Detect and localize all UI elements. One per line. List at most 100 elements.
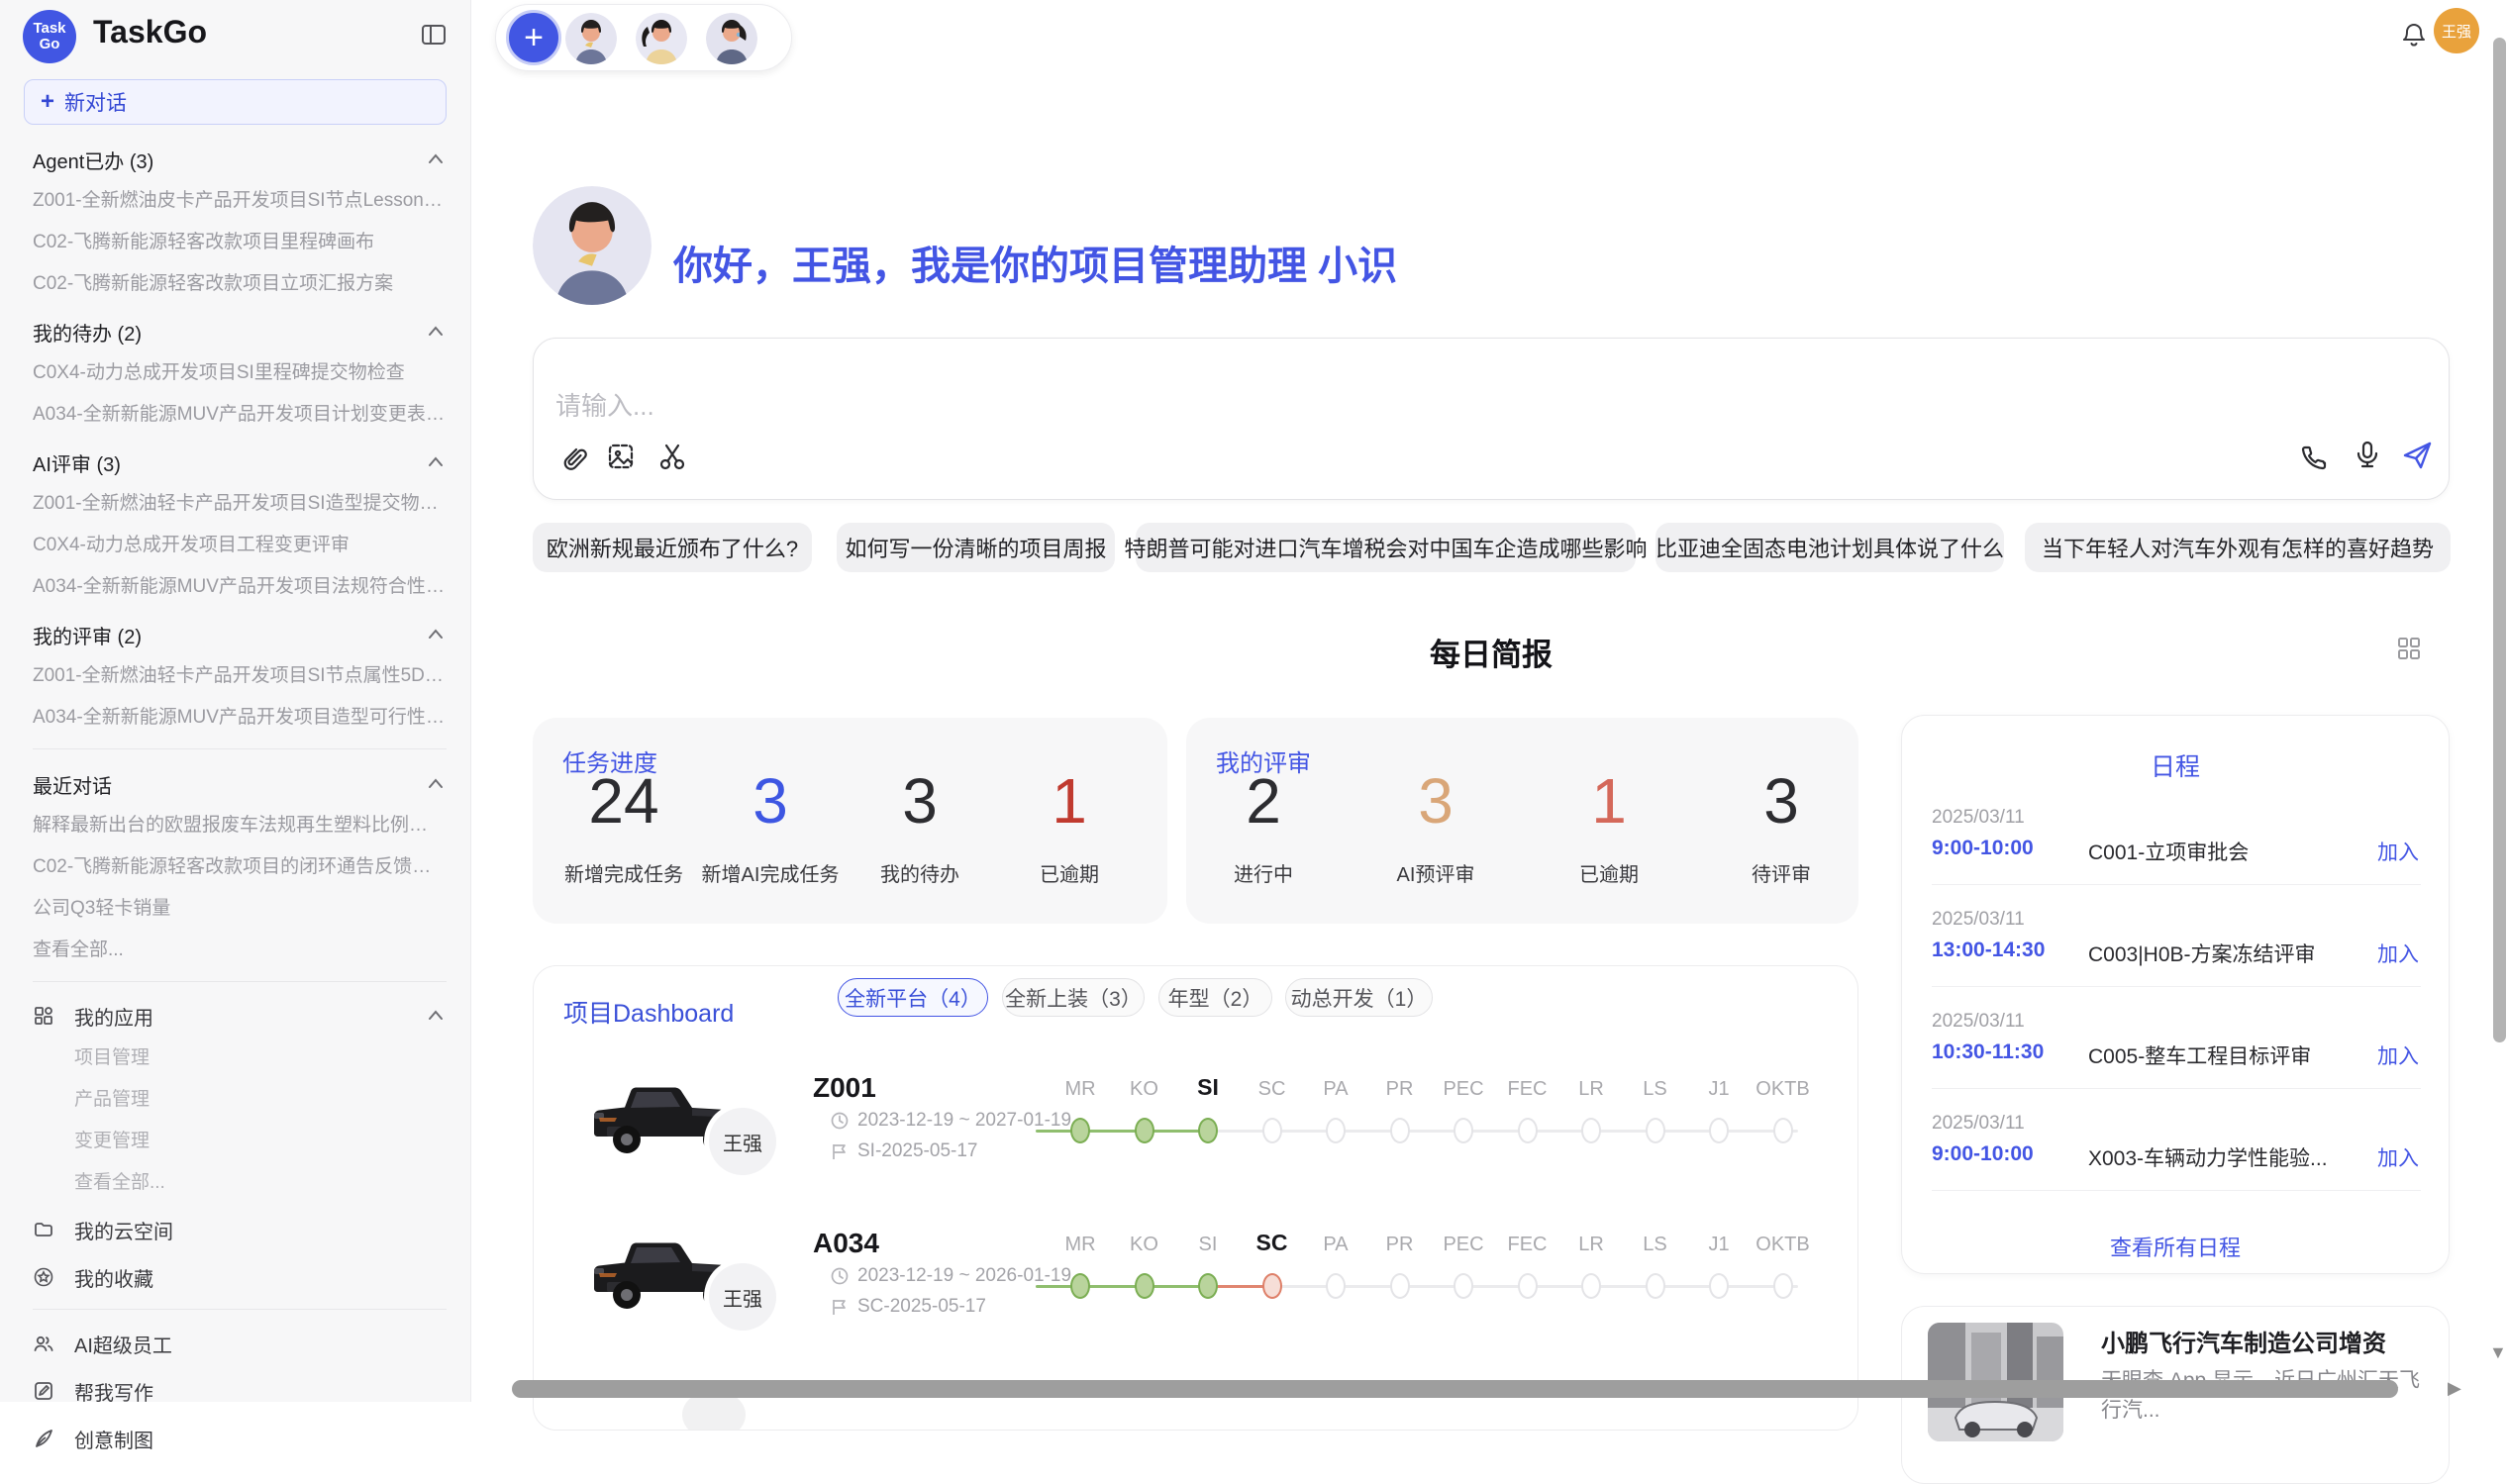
section-title: 我的评审 (2) — [33, 621, 142, 649]
section-header[interactable]: AI评审 (3) — [33, 449, 447, 475]
filter-pill[interactable]: 动总开发（1） — [1285, 978, 1433, 1017]
sidebar-item[interactable]: Z001-全新燃油轻卡产品开发项目SI节点属性5D文件评审 — [33, 663, 447, 689]
sidebar: Task Go TaskGo + 新对话 Agent已办 (3)Z001-全新燃… — [0, 0, 471, 1402]
filter-pill[interactable]: 全新上装（3） — [1002, 978, 1145, 1017]
user-avatar[interactable]: 王强 — [2434, 8, 2479, 53]
milestone-label: FEC — [1508, 1078, 1548, 1101]
suggestion-chip[interactable]: 如何写一份清晰的项目周报 — [837, 523, 1115, 572]
schedule-event: 2025/03/1113:00-14:30C003|H0B-方案冻结评审加入 — [1902, 909, 2449, 1011]
milestone-dot — [1198, 1118, 1218, 1143]
new-chat-button[interactable]: + 新对话 — [24, 79, 447, 125]
suggestion-chip[interactable]: 当下年轻人对汽车外观有怎样的喜好趋势 — [2025, 523, 2451, 572]
sidebar-item-star-badge[interactable]: 我的收藏 — [33, 1263, 447, 1291]
milestone-label: KO — [1130, 1078, 1158, 1101]
view-all-chats-link[interactable]: 查看全部... — [33, 938, 447, 963]
filter-pill[interactable]: 全新平台（4） — [838, 978, 988, 1017]
view-all-apps-link[interactable]: 查看全部... — [33, 1170, 447, 1196]
agent-avatar-3[interactable] — [706, 13, 757, 64]
microphone-icon[interactable] — [2352, 439, 2383, 470]
view-all-schedule-link[interactable]: 查看所有日程 — [1902, 1231, 2449, 1262]
screenshot-icon[interactable] — [605, 441, 637, 472]
app-item[interactable]: 项目管理 — [33, 1045, 447, 1071]
sidebar-item[interactable]: Z001-全新燃油皮卡产品开发项目SI节点Lesson Learn报告 — [33, 188, 447, 214]
clock-icon — [830, 1266, 850, 1286]
app-title: TaskGo — [93, 14, 207, 50]
pen-icon — [33, 1428, 54, 1449]
sidebar-item-label: AI超级员工 — [74, 1330, 172, 1358]
event-time: 13:00-14:30 — [1932, 939, 2045, 962]
sidebar-item[interactable]: A034-全新新能源MUV产品开发项目造型可行性评审 — [33, 705, 447, 731]
section-header-recent[interactable]: 最近对话 — [33, 771, 447, 797]
sidebar-item[interactable]: C02-飞腾新能源轻客改款项目立项汇报方案 — [33, 271, 447, 297]
vertical-scrollbar[interactable] — [2493, 38, 2506, 1042]
sidebar-tool-item[interactable]: 帮我写作 — [33, 1377, 447, 1405]
milestone-label: MR — [1064, 1234, 1095, 1256]
chevron-up-icon — [425, 321, 447, 343]
sidebar-tool-item[interactable]: AI超级员工 — [33, 1330, 447, 1357]
sidebar-collapse-icon[interactable] — [421, 22, 447, 48]
suggestion-chip[interactable]: 特朗普可能对进口汽车增税会对中国车企造成哪些影响 — [1136, 523, 1636, 572]
project-flag: SI-2025-05-17 — [830, 1140, 977, 1162]
chevron-up-icon — [425, 148, 447, 170]
sidebar-tool-item[interactable]: 创意制图 — [33, 1425, 447, 1452]
project-row[interactable]: 王强A0342023-12-19 ~ 2026-01-19SC-2025-05-… — [534, 1196, 1857, 1352]
stat-item: 2进行中 — [1234, 718, 1293, 924]
scroll-down-icon[interactable]: ▼ — [2489, 1342, 2507, 1363]
add-agent-button[interactable]: + — [506, 10, 561, 65]
join-link[interactable]: 加入 — [2377, 1040, 2419, 1070]
agent-avatar-pill: + — [495, 4, 792, 71]
sidebar-sections: Agent已办 (3) Z001-全新燃油皮卡产品开发项目SI节点Lesson L… — [0, 147, 470, 1452]
stat-item: 3我的待办 — [880, 718, 959, 924]
recent-chat-item[interactable]: C02-飞腾新能源轻客改款项目的闭环通告反馈情况 — [33, 854, 447, 880]
sidebar-item-cloud-folder[interactable]: 我的云空间 — [33, 1216, 447, 1243]
join-link[interactable]: 加入 — [2377, 939, 2419, 968]
event-date: 2025/03/11 — [1932, 1011, 2025, 1033]
milestone-dot — [1581, 1118, 1601, 1143]
milestone-label: PA — [1323, 1234, 1348, 1256]
sidebar-item[interactable]: Z001-全新燃油轻卡产品开发项目SI造型提交物评审 — [33, 491, 447, 517]
project-owner-badge: 王强 — [709, 1263, 776, 1331]
attachment-icon[interactable] — [555, 441, 587, 472]
agent-avatar-2[interactable] — [636, 13, 687, 64]
stat-value: 3 — [1397, 769, 1475, 833]
phone-icon[interactable] — [2298, 441, 2330, 472]
recent-chat-item[interactable]: 公司Q3轻卡销量 — [33, 896, 447, 922]
message-input[interactable] — [553, 390, 1746, 423]
join-link[interactable]: 加入 — [2377, 837, 2419, 866]
milestone-dot — [1070, 1273, 1090, 1299]
stat-item: 3AI预评审 — [1397, 718, 1475, 924]
project-flag: SC-2025-05-17 — [830, 1296, 986, 1318]
join-link[interactable]: 加入 — [2377, 1142, 2419, 1172]
milestone-label: PA — [1323, 1078, 1348, 1101]
suggestion-chip[interactable]: 比亚迪全固态电池计划具体说了什么 — [1655, 523, 2004, 572]
horizontal-scrollbar[interactable] — [512, 1380, 2398, 1398]
app-item[interactable]: 产品管理 — [33, 1087, 447, 1113]
layout-grid-icon[interactable] — [2396, 636, 2422, 661]
event-divider — [1932, 884, 2421, 885]
section-header[interactable]: 我的待办 (2) — [33, 319, 447, 345]
sidebar-item[interactable]: A034-全新新能源MUV产品开发项目法规符合性评审 — [33, 574, 447, 600]
notification-bell-icon[interactable] — [2400, 22, 2428, 49]
sidebar-item[interactable]: C0X4-动力总成开发项目工程变更评审 — [33, 533, 447, 558]
scissors-icon[interactable] — [656, 441, 688, 472]
send-icon[interactable] — [2401, 439, 2433, 470]
scroll-right-icon[interactable]: ▶ — [2448, 1378, 2461, 1399]
milestone-dot — [1709, 1118, 1729, 1143]
section-header[interactable]: 我的评审 (2) — [33, 622, 447, 647]
app-item[interactable]: 变更管理 — [33, 1129, 447, 1154]
event-title: C003|H0B-方案冻结评审 — [2088, 939, 2316, 968]
sidebar-item-my-apps[interactable]: 我的应用 — [33, 1002, 447, 1030]
sidebar-item[interactable]: A034-全新新能源MUV产品开发项目计划变更表编写 — [33, 402, 447, 428]
recent-chat-item[interactable]: 解释最新出台的欧盟报废车法规再生塑料比例被调至15%... — [33, 813, 447, 839]
assistant-avatar — [533, 186, 652, 305]
filter-pill[interactable]: 年型（2） — [1158, 978, 1272, 1017]
section-header[interactable]: Agent已办 (3) — [33, 147, 447, 172]
sidebar-item[interactable]: C0X4-动力总成开发项目SI里程碑提交物检查 — [33, 360, 447, 386]
sidebar-item[interactable]: C02-飞腾新能源轻客改款项目里程碑画布 — [33, 230, 447, 255]
milestone-label: SC — [1256, 1230, 1288, 1256]
logo-line2: Go — [40, 37, 60, 52]
agent-avatar-1[interactable] — [565, 13, 617, 64]
stat-value: 1 — [1579, 769, 1639, 833]
suggestion-chip[interactable]: 欧洲新规最近颁布了什么? — [533, 523, 812, 572]
project-row[interactable]: 王强Z0012023-12-19 ~ 2027-01-19SI-2025-05-… — [534, 1040, 1857, 1197]
